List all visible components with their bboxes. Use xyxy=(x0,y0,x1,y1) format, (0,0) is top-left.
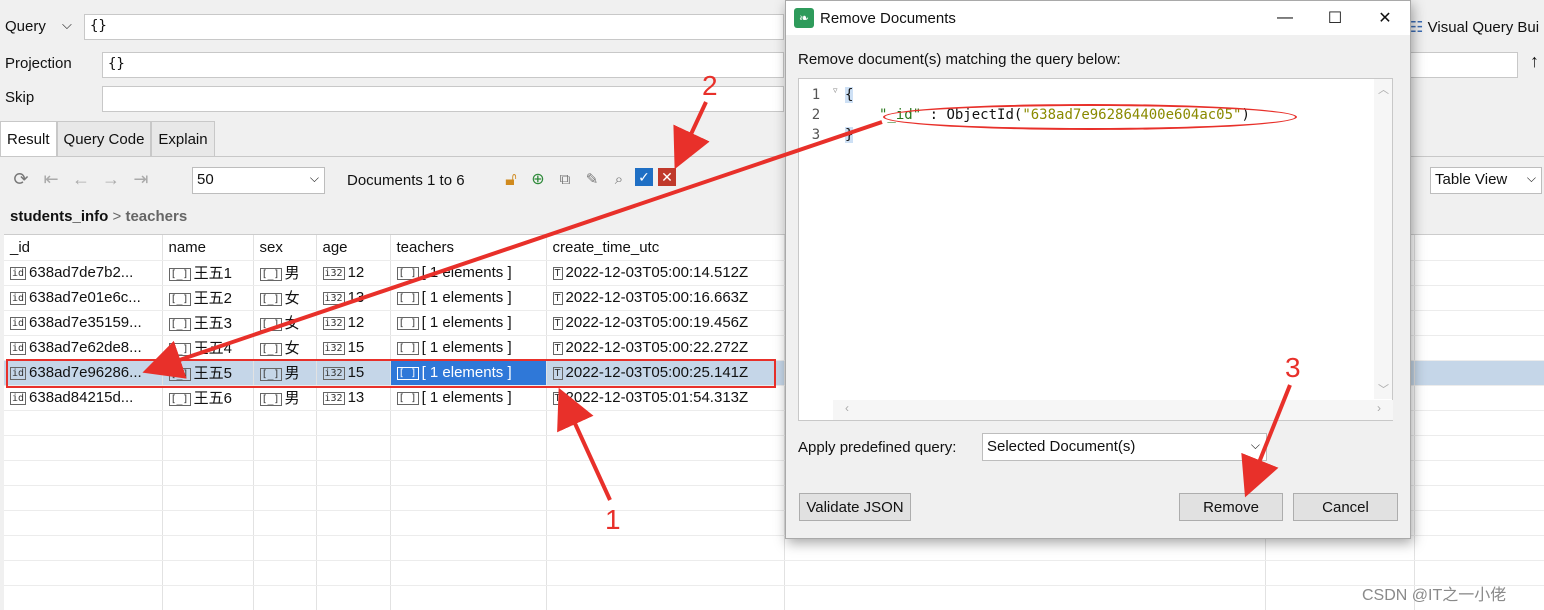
annotation-label-2: 2 xyxy=(702,70,718,101)
arrow-1 xyxy=(557,387,612,501)
arrow-2 xyxy=(673,101,710,170)
arrow-query-to-row xyxy=(142,120,883,379)
annotation-arrows xyxy=(142,101,1292,501)
arrow-3 xyxy=(1241,384,1292,498)
watermark: CSDN @IT之一小佬 xyxy=(1362,587,1507,604)
annotation-label-3: 3 xyxy=(1285,352,1301,383)
annotation-label-1: 1 xyxy=(605,504,621,535)
